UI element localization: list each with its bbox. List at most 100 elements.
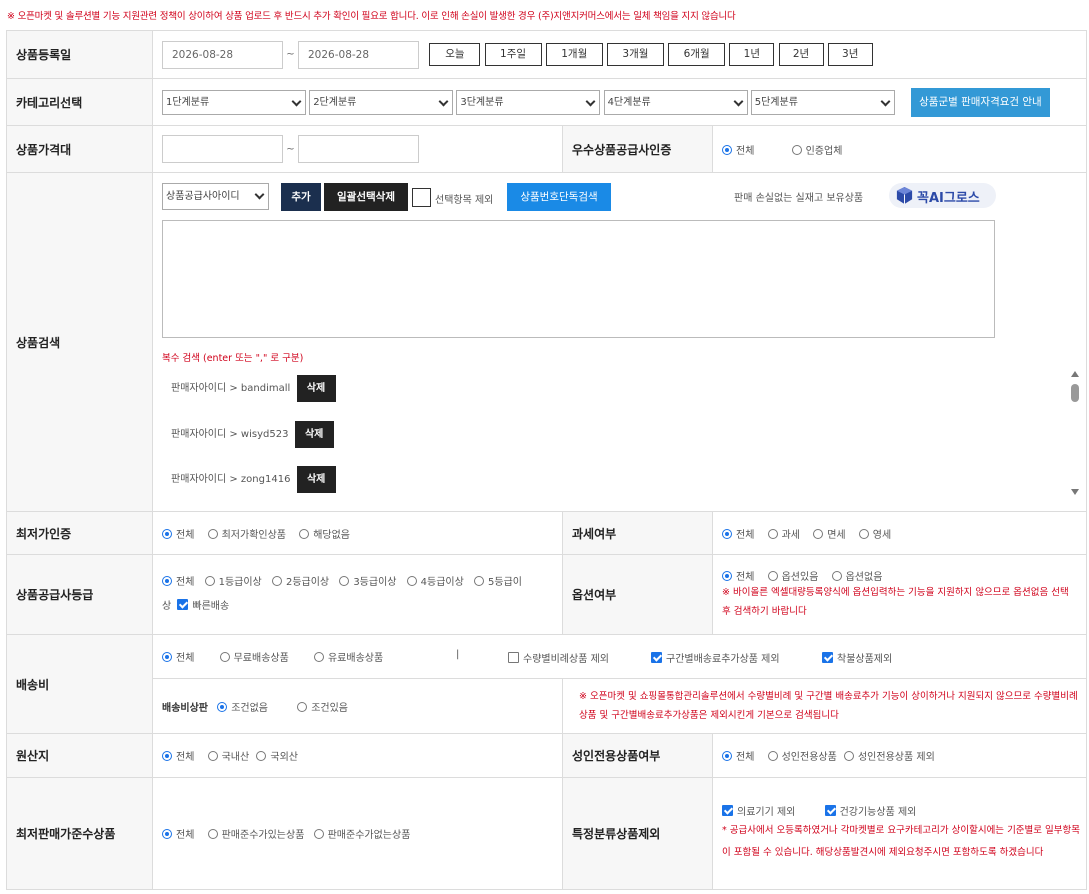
checkbox-checked-icon	[822, 652, 833, 663]
grade-option-4[interactable]: 4등급이상	[406, 571, 464, 595]
chevron-down-icon	[880, 96, 891, 106]
promo-logo[interactable]: 꼭AI그로스	[889, 183, 996, 208]
scroll-down-icon[interactable]	[1071, 489, 1079, 495]
radio-icon	[313, 652, 324, 662]
option-label: 판매준수가있는상품	[221, 830, 305, 841]
checkbox-checked-icon	[177, 598, 189, 610]
category-guide-button[interactable]: 상품군별 판매자격요건 안내	[911, 87, 1050, 117]
option-label: 의료기기 제외	[737, 807, 796, 818]
promo-text: 판매 손실없는 실재고 보유상품	[734, 193, 864, 204]
grade-option-3[interactable]: 3등급이상	[339, 571, 396, 595]
shipping-cond-label: 배송비상판	[162, 702, 208, 714]
category-select-4-value: 4단계분류	[607, 96, 651, 108]
excellent-option-certified[interactable]: 인증업체	[791, 142, 842, 157]
fast-delivery-checkbox[interactable]: 빠른배송	[177, 595, 229, 619]
grade-option-2[interactable]: 2등급이상	[271, 571, 329, 595]
date-from-input[interactable]: 2026-08-28	[162, 40, 283, 69]
radio-checked-icon	[217, 701, 228, 712]
radio-checked-icon	[722, 528, 732, 539]
exclude-section-fee-checkbox[interactable]: 구간별배송료추가상품 제외	[651, 650, 780, 665]
grade-option-1[interactable]: 1등급이상	[204, 571, 262, 595]
price-max-input[interactable]	[298, 135, 419, 163]
origin-option-foreign[interactable]: 국외산	[256, 748, 298, 763]
scroll-thumb[interactable]	[1071, 384, 1079, 402]
period-button-1month[interactable]: 1개월	[545, 43, 603, 66]
adult-option-all[interactable]: 전체	[722, 748, 754, 763]
option-has[interactable]: 옵션있음	[767, 568, 818, 583]
origin-option-domestic[interactable]: 국내산	[207, 748, 249, 763]
period-button-1year[interactable]: 1년	[729, 43, 775, 66]
period-button-2year[interactable]: 2년	[778, 43, 824, 66]
exclude-qty-ratio-checkbox[interactable]: 수량별비례상품 제외	[508, 650, 609, 665]
lowest-option-all[interactable]: 전체	[162, 526, 194, 541]
category-select-1[interactable]: 1단계분류	[162, 89, 306, 115]
chevron-down-icon	[733, 96, 744, 106]
grade-option-all[interactable]: 전체	[162, 571, 194, 595]
list-item: 판매자아이디 > bandimall 삭제	[171, 375, 336, 402]
tax-option-taxable[interactable]: 과세	[767, 526, 800, 541]
exclude-selected-label: 선택항목 제외	[435, 195, 494, 206]
date-to-input[interactable]: 2026-08-28	[298, 40, 419, 69]
add-button[interactable]: 추가	[281, 183, 321, 211]
grade-option-5[interactable]: 5등급이	[474, 571, 522, 595]
category-select-1-value: 1단계분류	[166, 96, 210, 108]
option-label: 빠른배송	[192, 600, 230, 612]
tax-option-zero[interactable]: 영세	[858, 526, 891, 541]
row-shipping-cond: 배송비상판 조건없음 조건있음 ※ 오픈마켓 및 쇼핑몰통합관리솔루션에서 수량…	[7, 678, 1088, 734]
shipping-option-paid[interactable]: 유료배송상품	[313, 649, 383, 664]
exclude-health-checkbox[interactable]: 건강기능상품 제외	[824, 803, 916, 818]
radio-icon	[767, 751, 778, 761]
search-type-select[interactable]: 상품공급사아이디	[162, 183, 269, 210]
delete-item-button[interactable]: 삭제	[296, 375, 336, 402]
search-keywords-textarea[interactable]	[162, 220, 995, 338]
category-select-5[interactable]: 5단계분류	[750, 89, 895, 115]
lowest-option-none[interactable]: 해당없음	[299, 526, 350, 541]
tax-option-all[interactable]: 전체	[722, 526, 754, 541]
category-select-3[interactable]: 3단계분류	[456, 89, 601, 115]
delete-item-button[interactable]: 삭제	[296, 466, 336, 493]
option-label: 착불상품제외	[837, 654, 893, 665]
label-lowest-price: 최저가인증	[6, 511, 153, 555]
origin-option-all[interactable]: 전체	[162, 748, 194, 763]
option-label: 과세	[781, 529, 800, 541]
period-button-3month[interactable]: 3개월	[606, 43, 664, 66]
radio-checked-icon	[722, 751, 732, 761]
radio-checked-icon	[162, 829, 172, 839]
excellent-option-all[interactable]: 전체	[722, 142, 754, 157]
scroll-up-icon[interactable]	[1071, 371, 1079, 377]
category-select-4[interactable]: 4단계분류	[603, 89, 748, 115]
number-search-button[interactable]: 상품번호단독검색	[507, 183, 611, 211]
exclude-selected-checkbox[interactable]	[412, 188, 431, 207]
period-button-today[interactable]: 오늘	[429, 43, 481, 66]
minprice-option-all[interactable]: 전체	[162, 826, 194, 841]
option-all[interactable]: 전체	[722, 568, 754, 583]
adult-option-exclude[interactable]: 성인전용상품 제외	[843, 748, 935, 763]
radio-icon	[474, 575, 485, 586]
option-label: 국외산	[270, 752, 298, 763]
tax-option-exempt[interactable]: 면세	[813, 526, 846, 541]
period-button-3year[interactable]: 3년	[827, 43, 873, 66]
exclude-medical-checkbox[interactable]: 의료기기 제외	[722, 803, 795, 818]
radio-icon	[767, 571, 778, 581]
shipping-cond-has[interactable]: 조건있음	[297, 699, 348, 714]
minprice-option-none[interactable]: 판매준수가없는상품	[313, 826, 410, 841]
price-min-input[interactable]	[162, 135, 283, 163]
period-button-6month[interactable]: 6개월	[668, 43, 726, 66]
adult-option-only[interactable]: 성인전용상품	[767, 748, 837, 763]
lowest-option-confirmed[interactable]: 최저가확인상품	[207, 526, 286, 541]
shipping-cond-none[interactable]: 조건없음	[217, 699, 268, 714]
list-scrollbar[interactable]	[1068, 368, 1082, 498]
promo-logo-text: 꼭AI그로스	[917, 191, 980, 206]
shipping-option-all[interactable]: 전체	[162, 649, 194, 664]
category-select-2[interactable]: 2단계분류	[309, 89, 454, 115]
delete-selected-button[interactable]: 일괄선택삭제	[324, 183, 408, 211]
shipping-option-free[interactable]: 무료배송상품	[219, 649, 289, 664]
date-separator: ~	[286, 49, 295, 60]
radio-icon	[271, 575, 282, 586]
period-button-1week[interactable]: 1주일	[484, 43, 542, 66]
exclude-cod-checkbox[interactable]: 착불상품제외	[822, 650, 892, 665]
delete-item-button[interactable]: 삭제	[294, 421, 334, 448]
label-special-exclude: 특정분류상품제외	[562, 777, 713, 890]
option-none[interactable]: 옵션없음	[831, 568, 882, 583]
minprice-option-has[interactable]: 판매준수가있는상품	[207, 826, 305, 841]
